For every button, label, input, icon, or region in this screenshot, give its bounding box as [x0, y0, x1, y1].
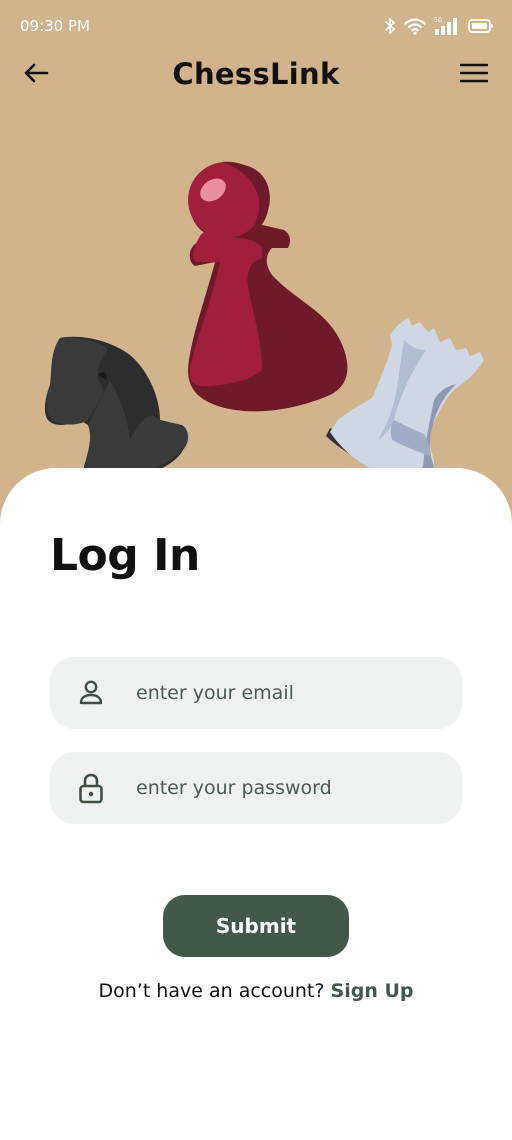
page-title: Log In	[50, 530, 200, 581]
app-title: ChessLink	[172, 57, 340, 91]
knight-illustration	[44, 336, 189, 489]
chess-pieces-illustration	[44, 161, 484, 492]
submit-button[interactable]: Submit	[163, 895, 349, 957]
email-field[interactable]	[50, 657, 462, 729]
hamburger-menu-icon	[459, 63, 489, 87]
signup-prompt-text: Don’t have an account?	[98, 980, 325, 1002]
status-icons: 5G	[384, 14, 494, 38]
signup-link[interactable]: Sign Up	[331, 980, 414, 1002]
wifi-icon	[404, 17, 426, 35]
password-input[interactable]	[136, 768, 436, 808]
app-bar: ChessLink	[0, 52, 512, 98]
email-input[interactable]	[136, 673, 436, 713]
status-time: 09:30 PM	[20, 17, 90, 35]
pawn-illustration	[188, 161, 348, 412]
user-icon	[76, 676, 106, 710]
lock-icon	[76, 771, 106, 805]
password-field[interactable]	[50, 752, 462, 824]
network-label: 5G	[434, 17, 443, 24]
signup-prompt-line: Don’t have an account? Sign Up	[0, 980, 512, 1002]
login-screen: 09:30 PM 5G ChessLink Log In enter your …	[0, 0, 512, 1140]
battery-icon	[468, 18, 494, 34]
hero-banner: 09:30 PM 5G ChessLink	[0, 0, 512, 530]
rook-illustration	[326, 318, 484, 492]
status-bar: 09:30 PM 5G	[0, 0, 512, 52]
bluetooth-icon	[384, 17, 396, 35]
signal-icon: 5G	[434, 16, 460, 36]
menu-button[interactable]	[458, 60, 490, 90]
